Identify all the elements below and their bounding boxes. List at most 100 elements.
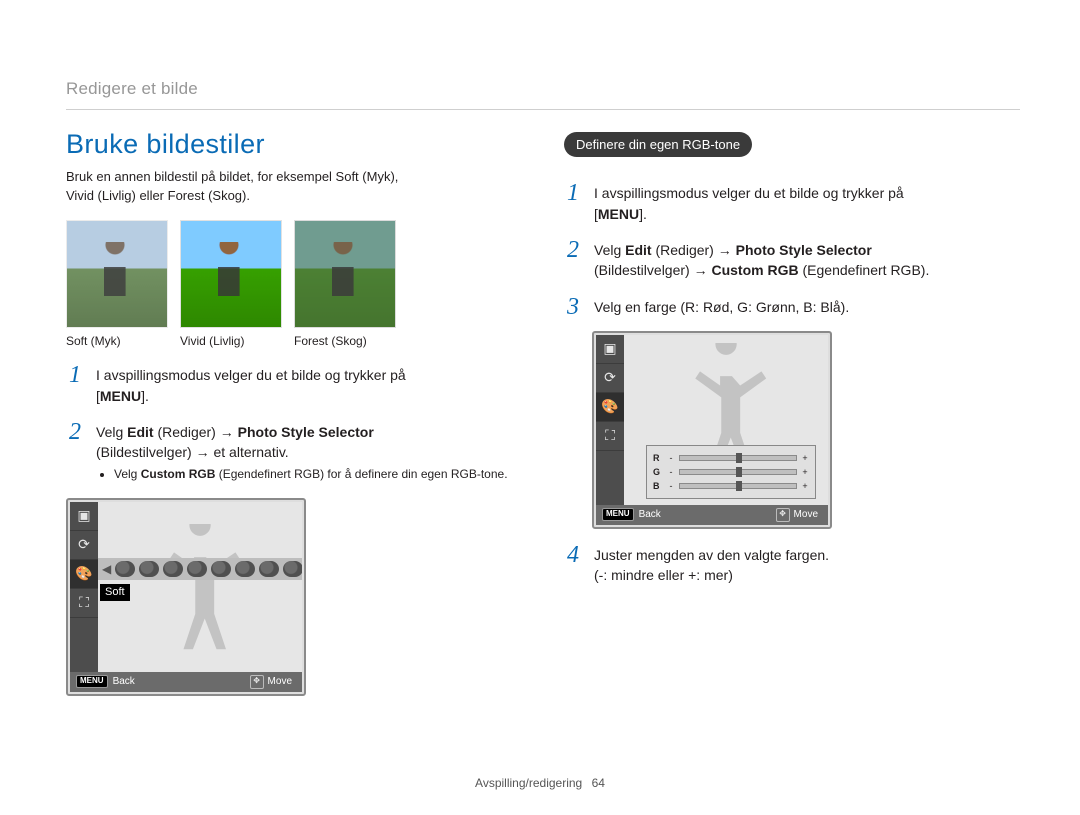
rgb-row-r: R - + [653, 452, 809, 464]
step-text-part: I avspillingsmodus velger du et bilde og… [96, 367, 406, 383]
thumbnail-row: Soft (Myk) Vivid (Livlig) Forest (Skog) [66, 220, 522, 349]
bold-edit: Edit [127, 424, 153, 440]
back-label: Back [639, 508, 661, 522]
step-2-right: 2 Velg Edit (Rediger) → Photo Style Sele… [564, 238, 1020, 281]
step-text-part: (Rediger) → [652, 242, 736, 258]
plus-label: + [801, 452, 809, 464]
bold-photo-style: Photo Style Selector [238, 424, 374, 440]
footer-section: Avspilling/redigering [475, 776, 582, 790]
back-label: Back [113, 675, 135, 689]
page-footer: Avspilling/redigering 64 [0, 775, 1080, 791]
footer-page-number: 64 [592, 776, 605, 790]
minus-label: - [667, 480, 675, 492]
rgb-panel: R - + G - + B - [646, 445, 816, 499]
lcd-footer: MENU Back ✥ Move [596, 505, 828, 525]
step-text: Velg Edit (Rediger) → Photo Style Select… [96, 420, 508, 486]
plus-label: + [801, 480, 809, 492]
step-text-part: (-: mindre eller +: mer) [594, 567, 733, 583]
thumb-caption: Forest (Skog) [294, 333, 394, 349]
breadcrumb: Redigere et bilde [66, 78, 1020, 101]
slider-knob [736, 453, 742, 463]
style-swatch [259, 561, 279, 577]
step-number: 3 [564, 295, 582, 319]
thumb-forest: Forest (Skog) [294, 220, 394, 349]
lcd-footer: MENU Back ✥ Move [70, 672, 302, 692]
step-text-part: I avspillingsmodus velger du et bilde og… [594, 185, 904, 201]
step-text-part: Juster mengden av den valgte fargen. [594, 547, 829, 563]
plus-label: + [801, 466, 809, 478]
style-swatch [115, 561, 135, 577]
rotate-icon: ⟳ [70, 531, 98, 560]
intro-line-1: Bruk en annen bildestil på bildet, for e… [66, 169, 398, 184]
thumb-caption: Soft (Myk) [66, 333, 166, 349]
lcd-sidebar: ▣ ⟳ 🎨 ⛶ [70, 502, 98, 692]
slider-knob [736, 481, 742, 491]
step-text-part: Velg [594, 242, 625, 258]
bold-custom-rgb: Custom RGB [711, 262, 798, 278]
style-swatch [235, 561, 255, 577]
step-tail: . [145, 388, 149, 404]
thumb-image-soft [66, 220, 168, 328]
rgb-row-g: G - + [653, 466, 809, 478]
step-text-part: (Rediger) → [154, 424, 238, 440]
bold-photo-style: Photo Style Selector [736, 242, 872, 258]
style-swatch [163, 561, 183, 577]
step-text-part: (Egendefinert RGB). [799, 262, 930, 278]
menu-chip: MENU [602, 508, 634, 521]
step-4-right: 4 Juster mengden av den valgte fargen. (… [564, 543, 1020, 586]
step-number: 2 [564, 238, 582, 281]
page-title: Bruke bildestiler [66, 126, 522, 162]
thumb-image-forest [294, 220, 396, 328]
step-number: 1 [66, 363, 84, 406]
rgb-b-label: B [653, 480, 663, 492]
resize-icon: ▣ [596, 335, 624, 364]
move-label: Move [794, 508, 818, 522]
minus-label: - [667, 466, 675, 478]
step-text-part: (Bildestilvelger) → [594, 262, 711, 278]
menu-button-label: MENU [100, 388, 141, 404]
intro-text: Bruk en annen bildestil på bildet, for e… [66, 168, 522, 206]
style-swatch [211, 561, 231, 577]
style-bar: ◀ ▶ [98, 558, 302, 580]
step-3-right: 3 Velg en farge (R: Rød, G: Grønn, B: Bl… [564, 295, 1020, 319]
style-swatch [187, 561, 207, 577]
step-text: Juster mengden av den valgte fargen. (-:… [594, 543, 829, 586]
step-number: 4 [564, 543, 582, 586]
minus-label: - [667, 452, 675, 464]
arrow-left-icon: ◀ [102, 561, 111, 577]
rgb-g-label: G [653, 466, 663, 478]
lcd-styles: ▣ ⟳ 🎨 ⛶ ◀ [66, 498, 306, 696]
resize-icon: ▣ [70, 502, 98, 531]
thumb-caption: Vivid (Livlig) [180, 333, 280, 349]
step-tail: . [643, 206, 647, 222]
adjust-icon: ⛶ [70, 589, 98, 618]
rotate-icon: ⟳ [596, 364, 624, 393]
step-text: Velg Edit (Rediger) → Photo Style Select… [594, 238, 929, 281]
step-number: 2 [66, 420, 84, 486]
bold-edit: Edit [625, 242, 651, 258]
lcd-rgb: ▣ ⟳ 🎨 ⛶ R - + [592, 331, 832, 529]
slider-knob [736, 467, 742, 477]
rgb-r-label: R [653, 452, 663, 464]
palette-icon: 🎨 [596, 393, 624, 422]
menu-chip: MENU [76, 675, 108, 688]
style-label: Soft [100, 584, 130, 601]
section-pill: Definere din egen RGB-tone [564, 132, 752, 158]
divider [66, 109, 1020, 110]
intro-line-2: Vivid (Livlig) eller Forest (Skog). [66, 188, 250, 203]
nav-icon: ✥ [250, 675, 264, 689]
style-swatch [283, 561, 302, 577]
menu-button-label: MENU [598, 206, 639, 222]
step-text-part: (Bildestilvelger) → et alternativ. [96, 444, 289, 460]
step-text: I avspillingsmodus velger du et bilde og… [594, 181, 904, 224]
step-text: I avspillingsmodus velger du et bilde og… [96, 363, 406, 406]
step-1-right: 1 I avspillingsmodus velger du et bilde … [564, 181, 1020, 224]
thumb-soft: Soft (Myk) [66, 220, 166, 349]
thumb-vivid: Vivid (Livlig) [180, 220, 280, 349]
step-1-left: 1 I avspillingsmodus velger du et bilde … [66, 363, 522, 406]
step-number: 1 [564, 181, 582, 224]
thumb-image-vivid [180, 220, 282, 328]
adjust-icon: ⛶ [596, 422, 624, 451]
rgb-row-b: B - + [653, 480, 809, 492]
silhouette-figure [140, 524, 260, 654]
